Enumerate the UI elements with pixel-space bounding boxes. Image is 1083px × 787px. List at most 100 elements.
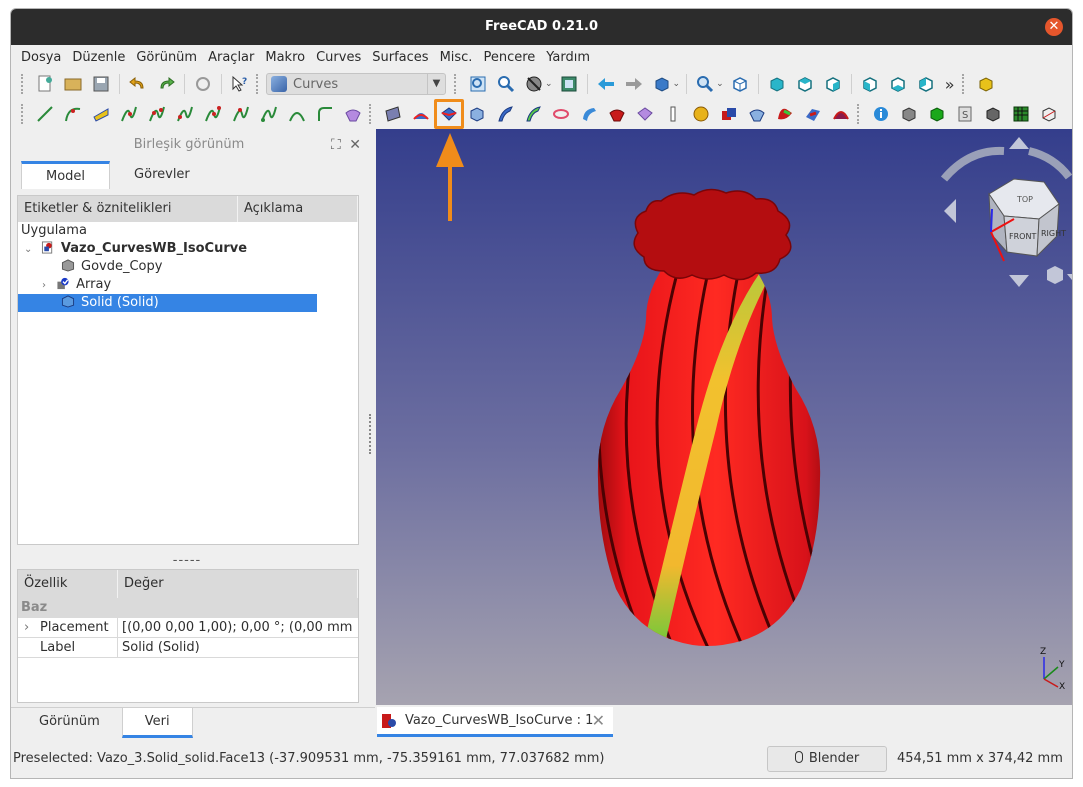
- bounding-box-icon[interactable]: [558, 73, 580, 95]
- rotate-left-icon[interactable]: [940, 146, 1005, 182]
- nav-up-icon[interactable]: [1009, 137, 1029, 149]
- menu-curves[interactable]: Curves: [312, 50, 368, 65]
- vertical-splitter[interactable]: [369, 414, 372, 454]
- forward-arrow-icon[interactable]: [623, 73, 645, 95]
- flatten-icon[interactable]: [830, 103, 852, 125]
- fit-all-icon[interactable]: [467, 73, 489, 95]
- tab-gorunum[interactable]: Görünüm: [17, 708, 122, 738]
- loft-icon[interactable]: [578, 103, 600, 125]
- part-icon[interactable]: [975, 73, 997, 95]
- menu-surfaces[interactable]: Surfaces: [368, 50, 435, 65]
- tab-veri[interactable]: Veri: [121, 708, 193, 738]
- tab-gorevler[interactable]: Görevler: [110, 161, 214, 189]
- tab-document[interactable]: Vazo_CurvesWB_IsoCurve : 1 ✕: [377, 707, 613, 737]
- float-panel-icon[interactable]: ⛶: [331, 137, 341, 153]
- isometric-view-icon[interactable]: [729, 73, 751, 95]
- menu-gorunum[interactable]: Görünüm: [132, 50, 204, 65]
- chevron-down-icon[interactable]: ⌄: [545, 79, 553, 89]
- close-panel-icon[interactable]: ✕: [349, 137, 361, 153]
- panel-splitter[interactable]: -----: [167, 553, 207, 568]
- curves-on-surface-icon[interactable]: [746, 103, 768, 125]
- navigation-cube[interactable]: TOP FRONT RIGHT: [904, 129, 1073, 299]
- menu-misc[interactable]: Misc.: [436, 50, 480, 65]
- gordon-surface-icon[interactable]: [382, 103, 404, 125]
- approximate-icon[interactable]: [174, 103, 196, 125]
- whats-this-icon[interactable]: ?: [229, 73, 251, 95]
- tree-col-description[interactable]: Açıklama: [238, 196, 358, 222]
- tree-root[interactable]: Uygulama: [18, 222, 358, 240]
- interpolate-icon[interactable]: [202, 103, 224, 125]
- 3d-viewport[interactable]: TOP FRONT RIGHT Z Y X: [376, 129, 1073, 705]
- line-icon[interactable]: [34, 103, 56, 125]
- tree-col-labels[interactable]: Etiketler & öznitelikleri: [18, 196, 238, 222]
- chevron-down-icon[interactable]: ⌄: [673, 79, 681, 89]
- trim-face-icon[interactable]: [606, 103, 628, 125]
- props-col-property[interactable]: Özellik: [18, 570, 118, 598]
- workbench-selector[interactable]: Curves ▼: [266, 73, 446, 95]
- menu-araclar[interactable]: Araçlar: [204, 50, 261, 65]
- left-view-icon[interactable]: [915, 73, 937, 95]
- right-view-icon[interactable]: [822, 73, 844, 95]
- collapse-arrow-icon[interactable]: ⌄: [24, 244, 32, 255]
- bottom-view-icon[interactable]: [887, 73, 909, 95]
- save-icon[interactable]: [90, 73, 112, 95]
- info-icon[interactable]: [870, 103, 892, 125]
- shape-icon[interactable]: [898, 103, 920, 125]
- isocurve-icon[interactable]: [410, 103, 432, 125]
- spline-icon[interactable]: [118, 103, 140, 125]
- green-box-icon[interactable]: [926, 103, 948, 125]
- close-tab-icon[interactable]: ✕: [592, 707, 605, 735]
- close-window-button[interactable]: ✕: [1045, 18, 1063, 36]
- face-map-icon[interactable]: [802, 103, 824, 125]
- expand-arrow-icon[interactable]: ›: [42, 280, 46, 291]
- discretize-icon[interactable]: [146, 103, 168, 125]
- tree-document[interactable]: ⌄ Vazo_CurvesWB_IsoCurve: [18, 240, 358, 258]
- blend-surface-icon[interactable]: [774, 103, 796, 125]
- sweep-icon[interactable]: [494, 103, 516, 125]
- draw-style-icon[interactable]: [523, 73, 545, 95]
- sphere-icon[interactable]: [690, 103, 712, 125]
- surface-icon[interactable]: [342, 103, 364, 125]
- boolean-icon[interactable]: [718, 103, 740, 125]
- edge-box-icon[interactable]: [982, 103, 1004, 125]
- cube-faces[interactable]: TOP FRONT RIGHT: [988, 178, 1066, 258]
- wireframe-box-icon[interactable]: [1038, 103, 1060, 125]
- zoom-icon[interactable]: [694, 73, 716, 95]
- pipe-icon[interactable]: [522, 103, 544, 125]
- more-tools-icon[interactable]: »: [943, 73, 957, 95]
- props-col-value[interactable]: Değer: [118, 570, 358, 598]
- split-curve-icon[interactable]: [286, 103, 308, 125]
- top-view-icon[interactable]: [794, 73, 816, 95]
- fit-selection-icon[interactable]: [495, 73, 517, 95]
- open-icon[interactable]: [62, 73, 84, 95]
- nav-down-icon[interactable]: [1009, 275, 1029, 287]
- cube-surface-icon[interactable]: [466, 103, 488, 125]
- menu-yardim[interactable]: Yardım: [542, 50, 597, 65]
- undo-icon[interactable]: [127, 73, 149, 95]
- ruled-surface-icon[interactable]: [550, 103, 572, 125]
- menu-pencere[interactable]: Pencere: [479, 50, 542, 65]
- comb-icon[interactable]: [662, 103, 684, 125]
- back-arrow-icon[interactable]: [595, 73, 617, 95]
- script-icon[interactable]: S: [954, 103, 976, 125]
- menu-dosya[interactable]: Dosya: [17, 50, 68, 65]
- new-document-icon[interactable]: [34, 73, 56, 95]
- extend-face-icon[interactable]: [634, 103, 656, 125]
- expand-arrow-icon[interactable]: ›: [24, 618, 29, 638]
- fillet-curve-icon[interactable]: [314, 103, 336, 125]
- parametric-curve-icon[interactable]: [230, 103, 252, 125]
- tree-item-govde-copy[interactable]: Govde_Copy: [18, 258, 358, 276]
- view-menu-cube-icon[interactable]: [1047, 266, 1073, 284]
- prop-row-placement[interactable]: › Placement [(0,00 0,00 1,00); 0,00 °; (0…: [18, 618, 358, 638]
- menu-makro[interactable]: Makro: [261, 50, 312, 65]
- curve-icon[interactable]: [62, 103, 84, 125]
- rotate-right-icon[interactable]: [1027, 147, 1072, 180]
- join-curve-icon[interactable]: [258, 103, 280, 125]
- tab-model[interactable]: Model: [21, 161, 111, 189]
- rear-view-icon[interactable]: [859, 73, 881, 95]
- grid-icon[interactable]: [1010, 103, 1032, 125]
- refresh-icon[interactable]: [192, 73, 214, 95]
- navigation-style-button[interactable]: Blender: [767, 746, 887, 772]
- nav-left-icon[interactable]: [944, 199, 956, 223]
- menu-duzenle[interactable]: Düzenle: [68, 50, 132, 65]
